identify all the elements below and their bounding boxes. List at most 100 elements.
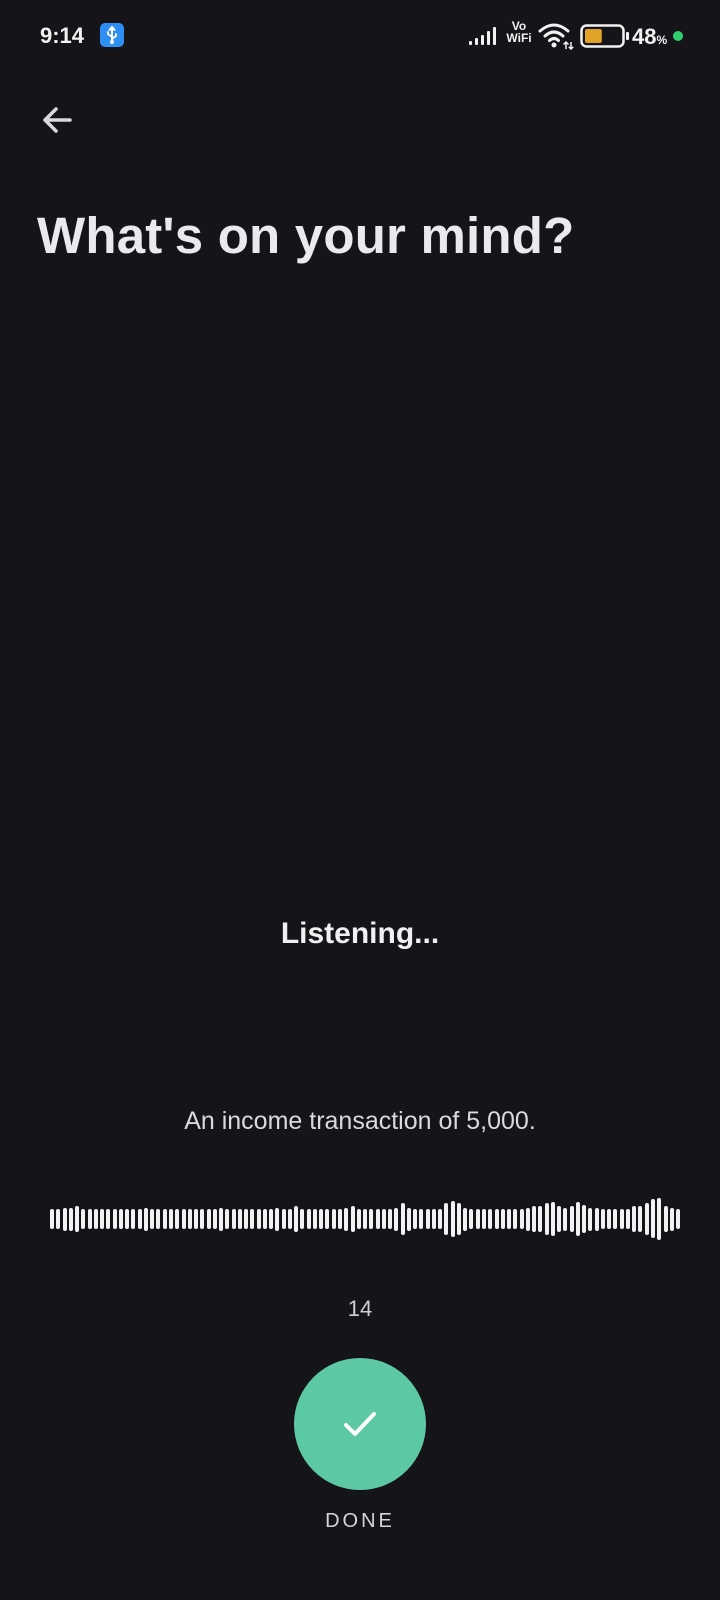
waveform-bar bbox=[269, 1208, 274, 1230]
waveform-bar bbox=[262, 1208, 267, 1230]
waveform-bar bbox=[563, 1207, 568, 1231]
waveform-bar bbox=[106, 1208, 111, 1230]
waveform-bar bbox=[575, 1201, 580, 1237]
waveform-bar bbox=[81, 1208, 86, 1230]
waveform-bar bbox=[369, 1208, 374, 1230]
waveform-bar bbox=[463, 1207, 468, 1231]
waveform-bar bbox=[143, 1207, 148, 1231]
waveform-bar bbox=[381, 1208, 386, 1230]
waveform-bar bbox=[275, 1207, 280, 1231]
waveform-bar bbox=[494, 1208, 499, 1230]
vowifi-bottom-label: WiFi bbox=[506, 31, 532, 45]
waveform-bar bbox=[244, 1208, 249, 1230]
waveform-bar bbox=[519, 1208, 524, 1230]
waveform-bar bbox=[56, 1208, 61, 1230]
waveform-bar bbox=[300, 1208, 305, 1230]
waveform-bar bbox=[118, 1208, 123, 1230]
transcript-text: An income transaction of 5,000. bbox=[184, 1107, 536, 1135]
done-label: DONE bbox=[325, 1510, 395, 1532]
waveform-bar bbox=[150, 1208, 155, 1230]
usb-icon bbox=[100, 23, 124, 47]
waveform-bar bbox=[438, 1208, 443, 1230]
waveform-bar bbox=[350, 1206, 355, 1232]
waveform-bar bbox=[219, 1207, 223, 1231]
back-button[interactable] bbox=[36, 100, 80, 144]
waveform-bar bbox=[187, 1208, 192, 1230]
waveform-bar bbox=[619, 1208, 624, 1230]
waveform-bar bbox=[550, 1201, 555, 1237]
waveform-bar bbox=[100, 1208, 105, 1230]
waveform-bar bbox=[212, 1208, 217, 1230]
waveform-bar bbox=[507, 1208, 511, 1230]
waveform-bar bbox=[250, 1208, 255, 1230]
done-button[interactable] bbox=[294, 1358, 426, 1490]
waveform-bar bbox=[425, 1208, 430, 1230]
waveform-bar bbox=[582, 1205, 587, 1233]
recording-timer: 14 bbox=[347, 1296, 373, 1321]
waveform-bar bbox=[344, 1207, 349, 1231]
vowifi-icon: Vo WiFi bbox=[504, 20, 534, 44]
status-time: 9:14 bbox=[40, 23, 85, 48]
waveform-bar bbox=[319, 1208, 324, 1230]
waveform-bar bbox=[657, 1198, 662, 1240]
waveform-bar bbox=[394, 1207, 399, 1231]
audio-waveform bbox=[50, 1196, 680, 1242]
waveform-bar bbox=[93, 1208, 98, 1230]
status-bar: 9:14 Vo WiFi 48% bbox=[0, 0, 720, 72]
waveform-bar bbox=[87, 1208, 92, 1230]
waveform-bar bbox=[481, 1208, 486, 1230]
waveform-bar bbox=[488, 1208, 493, 1230]
waveform-bar bbox=[200, 1208, 205, 1230]
waveform-bar bbox=[406, 1207, 411, 1231]
waveform-bar bbox=[331, 1208, 336, 1230]
battery-percent-value: 48 bbox=[632, 24, 657, 49]
waveform-bar bbox=[638, 1206, 643, 1232]
battery-percent-unit: % bbox=[656, 33, 668, 47]
waveform-bar bbox=[112, 1208, 117, 1230]
waveform-bar bbox=[400, 1202, 405, 1236]
waveform-bar bbox=[625, 1208, 630, 1230]
waveform-bar bbox=[651, 1199, 655, 1239]
waveform-bar bbox=[131, 1208, 136, 1230]
waveform-bar bbox=[569, 1206, 574, 1232]
waveform-bar bbox=[676, 1208, 680, 1230]
waveform-bar bbox=[532, 1206, 536, 1232]
waveform-bar bbox=[469, 1208, 474, 1230]
waveform-bar bbox=[281, 1208, 286, 1230]
waveform-bar bbox=[237, 1208, 242, 1230]
waveform-bar bbox=[325, 1208, 330, 1230]
waveform-bar bbox=[669, 1207, 674, 1231]
waveform-bar bbox=[525, 1207, 530, 1231]
waveform-bar bbox=[557, 1206, 562, 1232]
waveform-bar bbox=[256, 1208, 261, 1230]
waveform-bar bbox=[513, 1208, 518, 1230]
waveform-bar bbox=[363, 1208, 367, 1230]
waveform-bar bbox=[475, 1208, 480, 1230]
waveform-bar bbox=[225, 1208, 230, 1230]
waveform-bar bbox=[544, 1202, 549, 1236]
waveform-bar bbox=[388, 1208, 392, 1230]
waveform-bar bbox=[375, 1208, 380, 1230]
waveform-bar bbox=[413, 1208, 418, 1230]
waveform-bar bbox=[75, 1206, 79, 1232]
waveform-bar bbox=[168, 1208, 173, 1230]
waveform-bar bbox=[588, 1207, 593, 1231]
waveform-bar bbox=[175, 1208, 180, 1230]
waveform-bar bbox=[431, 1208, 436, 1230]
waveform-bar bbox=[500, 1208, 505, 1230]
waveform-bar bbox=[444, 1202, 449, 1236]
waveform-bar bbox=[137, 1208, 142, 1230]
waveform-bar bbox=[613, 1208, 618, 1230]
wifi-icon bbox=[538, 22, 574, 51]
waveform-bar bbox=[194, 1208, 198, 1230]
waveform-bar bbox=[600, 1208, 605, 1230]
waveform-bar bbox=[231, 1208, 236, 1230]
waveform-bar bbox=[156, 1208, 161, 1230]
waveform-bar bbox=[62, 1207, 67, 1231]
waveform-bar bbox=[632, 1206, 637, 1232]
waveform-bar bbox=[663, 1206, 668, 1232]
signal-icon bbox=[468, 26, 502, 46]
waveform-bar bbox=[538, 1206, 543, 1232]
waveform-bar bbox=[419, 1208, 424, 1230]
battery-percent: 48% bbox=[632, 24, 667, 50]
